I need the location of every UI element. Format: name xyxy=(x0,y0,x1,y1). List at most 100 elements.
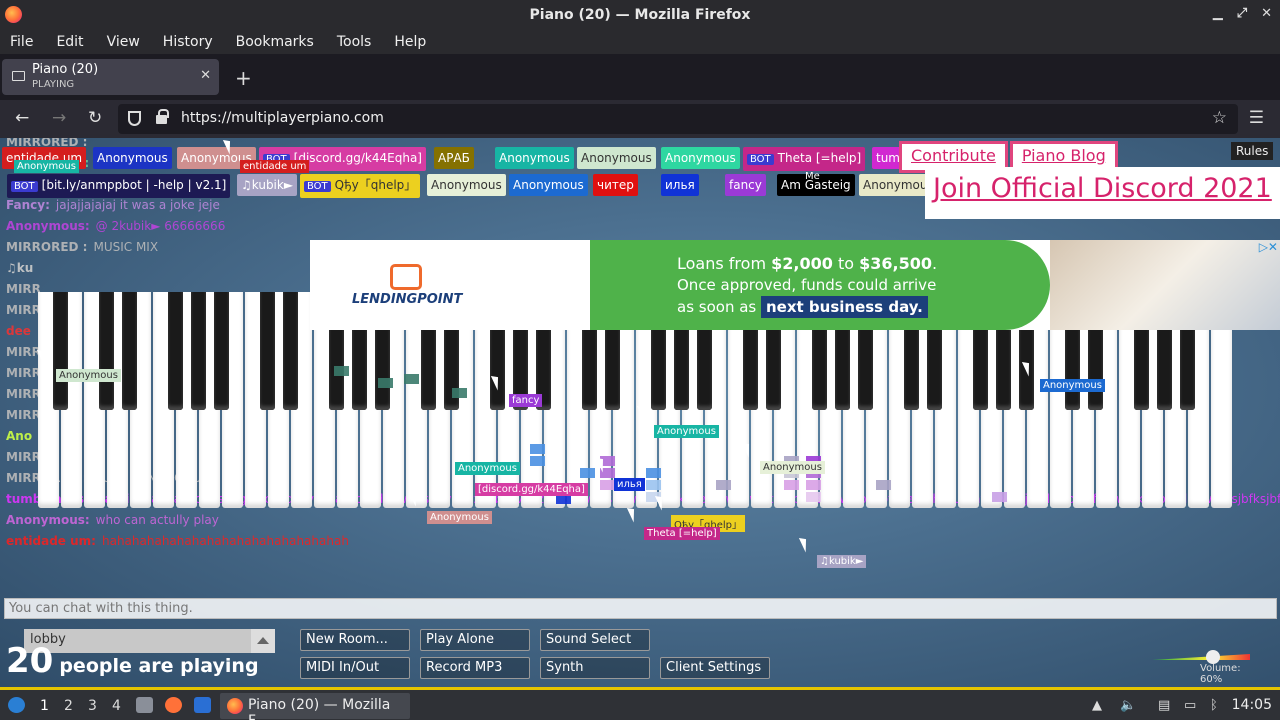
user-tag[interactable]: BOT Theta [=help] xyxy=(743,147,866,171)
user-tag[interactable]: АРАБ xyxy=(434,147,474,169)
user-tag[interactable]: Anonymous xyxy=(495,147,574,169)
pressed-note xyxy=(646,480,661,490)
tracking-shield-icon[interactable] xyxy=(128,111,141,126)
chat-message: Anonymous: who can actully play xyxy=(6,513,219,527)
cursor-label: Theta [=help] xyxy=(644,527,720,540)
menu-bookmarks[interactable]: Bookmarks xyxy=(236,34,314,50)
cursor-label: илья xyxy=(614,478,645,491)
ad-close-icon[interactable]: ▷✕ xyxy=(1259,240,1278,254)
user-name: Anonymous xyxy=(431,178,502,192)
piano-black-key[interactable] xyxy=(122,292,137,410)
user-tag[interactable]: Anonymous xyxy=(661,147,740,169)
display-icon[interactable]: ▭ xyxy=(1184,698,1196,713)
user-name: Anonymous xyxy=(665,151,736,165)
minimize-icon[interactable]: ▁ xyxy=(1213,6,1223,21)
pressed-note xyxy=(806,492,821,502)
menu-history[interactable]: History xyxy=(163,34,213,50)
user-name: илья xyxy=(665,178,695,192)
url-bar[interactable]: https://multiplayerpiano.com ☆ xyxy=(118,104,1238,134)
user-tag[interactable]: Anonymous xyxy=(427,174,506,196)
firefox-launcher-icon[interactable] xyxy=(165,697,182,713)
user-tag[interactable]: читер xyxy=(593,174,638,196)
maximize-icon[interactable]: ⤢ xyxy=(1237,6,1247,21)
midi-in-out-button[interactable]: MIDI In/Out xyxy=(300,657,410,679)
new-tab-icon[interactable]: + xyxy=(235,66,252,90)
volume-slider[interactable]: Volume: 60% xyxy=(1152,646,1252,685)
tab-piano[interactable]: Piano (20) PLAYING ✕ xyxy=(2,59,219,95)
menu-tools[interactable]: Tools xyxy=(337,34,372,50)
pressed-note xyxy=(530,456,545,466)
sound-select-button[interactable]: Sound Select xyxy=(540,629,650,651)
user-tag[interactable]: BOT Qђу「qhelp」 xyxy=(300,174,421,198)
chat-author: Fancy: xyxy=(6,198,50,212)
menu-edit[interactable]: Edit xyxy=(56,34,83,50)
close-window-icon[interactable]: ✕ xyxy=(1261,6,1272,21)
clipboard-icon[interactable]: ▤ xyxy=(1158,698,1170,713)
workspace-3[interactable]: 3 xyxy=(88,698,97,714)
workspace-1[interactable]: 1 xyxy=(40,698,49,714)
bookmark-star-icon[interactable]: ☆ xyxy=(1212,108,1227,128)
piano-black-key[interactable] xyxy=(260,292,275,410)
file-manager-icon[interactable] xyxy=(136,697,153,713)
new-room-button[interactable]: New Room... xyxy=(300,629,410,651)
close-tab-icon[interactable]: ✕ xyxy=(200,68,211,83)
piano-black-key[interactable] xyxy=(191,292,206,410)
menu-view[interactable]: View xyxy=(107,34,140,50)
user-name: АРАБ xyxy=(438,151,470,165)
reload-icon[interactable]: ↻ xyxy=(88,108,102,128)
piano-black-key[interactable] xyxy=(283,292,298,410)
app-menu-icon[interactable] xyxy=(8,697,25,713)
menu-file[interactable]: File xyxy=(10,34,33,50)
people-number: 20 xyxy=(6,641,54,681)
cursor-label: Anonymous xyxy=(427,511,492,524)
terminal-icon[interactable] xyxy=(194,697,211,713)
url-text[interactable]: https://multiplayerpiano.com xyxy=(181,110,384,126)
discord-link[interactable]: Join Official Discord 2021 xyxy=(925,167,1280,219)
user-tag[interactable]: Anonymous xyxy=(93,147,172,169)
user-tag[interactable]: илья xyxy=(661,174,699,196)
people-count: 20 people are playing xyxy=(6,641,259,681)
chat-text: who can actully play xyxy=(95,513,219,527)
tab-playing-status: PLAYING xyxy=(32,79,75,90)
chat-input[interactable]: You can chat with this thing. xyxy=(4,598,1277,619)
workspace-2[interactable]: 2 xyxy=(64,698,73,714)
volume-track[interactable] xyxy=(1152,654,1250,660)
tray-up-icon[interactable]: ▲ xyxy=(1092,698,1102,713)
lock-icon[interactable] xyxy=(156,109,169,124)
chat-text: @ 2kubik► 66666666 xyxy=(95,219,226,233)
bluetooth-icon[interactable]: ᛒ xyxy=(1210,698,1218,713)
hamburger-menu-icon[interactable]: ☰ xyxy=(1249,108,1264,128)
pointer-cursor-icon xyxy=(798,535,812,553)
piano-black-key[interactable] xyxy=(53,292,68,410)
tab-title: Piano (20) xyxy=(32,62,99,77)
piano-black-key[interactable] xyxy=(214,292,229,410)
client-settings-button[interactable]: Client Settings xyxy=(660,657,770,679)
user-tag[interactable]: fancy xyxy=(725,174,766,196)
user-tag[interactable]: BOT [bit.ly/anmppbot | -help | v2.1] xyxy=(7,174,231,198)
pressed-note xyxy=(992,492,1007,502)
bot-badge: BOT xyxy=(11,181,38,192)
user-tag[interactable]: Anonymous xyxy=(577,147,656,169)
pressed-note xyxy=(716,480,731,490)
record-mp3-button[interactable]: Record MP3 xyxy=(420,657,530,679)
firefox-icon xyxy=(5,6,22,23)
ad-line-2: Once approved, funds could arrive xyxy=(677,276,937,294)
page-content: MIRRORED :Aryam UwU:holaMIRRORED :HOLA H… xyxy=(0,138,1280,687)
rules-button[interactable]: Rules xyxy=(1231,142,1274,160)
advertisement-banner[interactable]: LENDINGPOINT Loans from $2,000 to $36,50… xyxy=(310,240,1280,330)
window-titlebar: Piano (20) — Mozilla Firefox ▁ ⤢ ✕ xyxy=(0,0,1280,30)
taskbar-firefox-window[interactable]: Piano (20) — Mozilla F... xyxy=(220,693,410,720)
piano-black-key[interactable] xyxy=(99,292,114,410)
forward-icon[interactable]: → xyxy=(52,108,66,128)
volume-knob[interactable] xyxy=(1206,650,1220,664)
speaker-icon[interactable]: 🔈 xyxy=(1120,698,1136,713)
piano-black-key[interactable] xyxy=(168,292,183,410)
synth-button[interactable]: Synth xyxy=(540,657,650,679)
menu-help[interactable]: Help xyxy=(394,34,426,50)
workspace-4[interactable]: 4 xyxy=(112,698,121,714)
play-alone-button[interactable]: Play Alone xyxy=(420,629,530,651)
back-icon[interactable]: ← xyxy=(15,108,29,128)
user-tag[interactable]: Anonymous xyxy=(509,174,588,196)
pressed-note xyxy=(876,480,891,490)
user-tag[interactable]: ♫kubik► xyxy=(237,174,298,196)
